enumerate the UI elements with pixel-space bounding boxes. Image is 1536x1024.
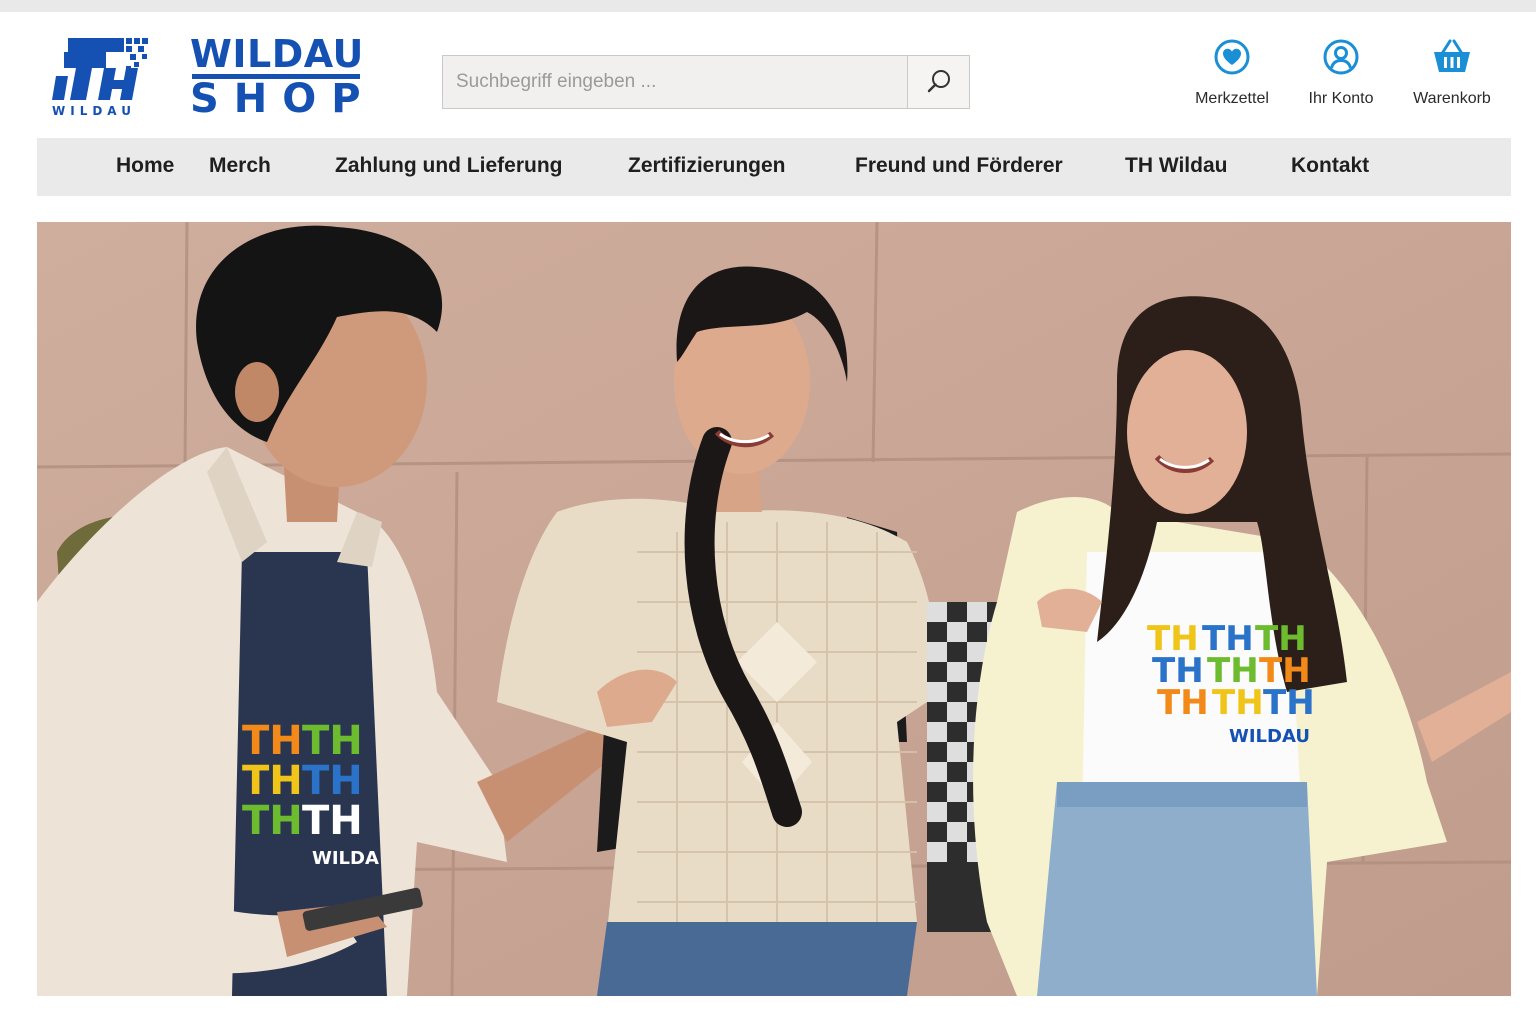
account-link[interactable]: Ihr Konto <box>1296 38 1386 108</box>
search-icon <box>927 70 950 93</box>
nav-item-friends-sponsors[interactable]: Freund und Förderer <box>855 138 1063 196</box>
nav-item-contact[interactable]: Kontakt <box>1291 138 1369 196</box>
svg-text:TH: TH <box>1263 683 1315 723</box>
svg-text:TH: TH <box>1157 683 1209 723</box>
main-navigation: Home Merch Zahlung und Lieferung Zertifi… <box>37 138 1511 196</box>
svg-text:TH: TH <box>1212 683 1264 723</box>
cart-link[interactable]: Warenkorb <box>1401 38 1503 108</box>
wishlist-label: Merkzettel <box>1195 90 1269 107</box>
cart-label: Warenkorb <box>1413 90 1491 107</box>
nav-item-home[interactable]: Home <box>116 138 174 196</box>
th-wildau-logo[interactable]: WILDAU <box>50 36 152 118</box>
svg-text:TH: TH <box>302 798 363 844</box>
hero-image: TH TH TH TH TH TH WILDA TH TH TH TH TH TH TH TH T… <box>37 222 1511 996</box>
th-logo-icon: WILDAU <box>52 38 148 118</box>
wishlist-link[interactable]: Merkzettel <box>1183 38 1281 108</box>
logo-line-2: SHOP <box>190 76 376 122</box>
svg-text:TH: TH <box>242 798 303 844</box>
user-icon <box>1323 39 1359 75</box>
basket-icon <box>1434 39 1470 72</box>
wildau-shop-logo[interactable]: WILDAU SHOP <box>190 34 365 120</box>
shirt-print-left-text: WILDA <box>312 848 379 869</box>
shirt-print-right-text: WILDAU <box>1229 726 1310 747</box>
nav-item-th-wildau[interactable]: TH Wildau <box>1125 138 1227 196</box>
nav-item-certifications[interactable]: Zertifizierungen <box>628 138 786 196</box>
search-bar <box>442 55 970 109</box>
nav-item-merch[interactable]: Merch <box>209 138 271 196</box>
search-button[interactable] <box>907 56 969 108</box>
account-label: Ihr Konto <box>1308 90 1374 107</box>
heart-icon <box>1214 39 1250 75</box>
logo-line-1: WILDAU <box>190 32 364 76</box>
nav-item-payment-delivery[interactable]: Zahlung und Lieferung <box>335 138 562 196</box>
search-input[interactable] <box>443 56 907 108</box>
top-strip <box>0 0 1536 12</box>
logo-mark-text: WILDAU <box>52 104 136 118</box>
hero-banner[interactable]: TH TH TH TH TH TH WILDA TH TH TH TH TH TH TH TH T… <box>37 222 1511 996</box>
